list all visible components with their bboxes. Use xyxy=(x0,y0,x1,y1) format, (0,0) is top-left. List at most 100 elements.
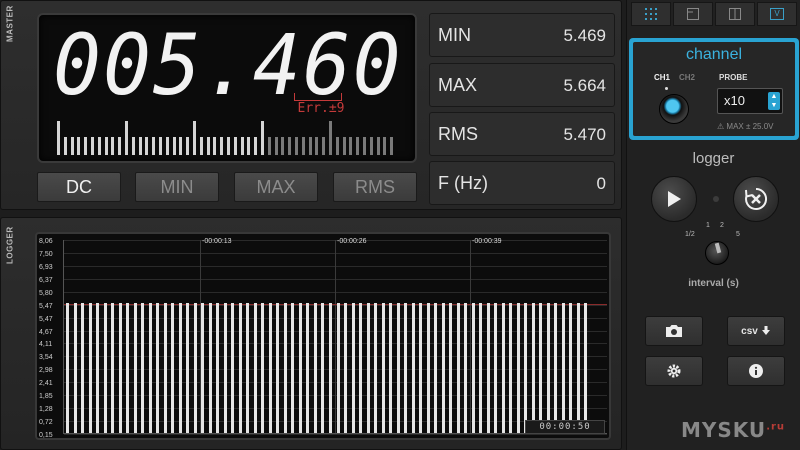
probe-select[interactable]: x10 ▲ ▼ xyxy=(717,88,783,114)
chart-bar xyxy=(381,302,385,433)
bargraph-segment xyxy=(308,137,312,155)
bargraph-segment xyxy=(104,137,108,155)
ch1-label[interactable]: CH1 xyxy=(654,73,670,82)
chart-bar xyxy=(351,302,355,433)
single-view-button[interactable] xyxy=(673,2,713,26)
bargraph-segment xyxy=(138,137,142,155)
bargraph-segment xyxy=(77,137,81,155)
chart-bar xyxy=(148,302,152,433)
chart-bar xyxy=(156,302,160,433)
master-panel: MASTER 005.460 Err.±9 DC MIN MAX RMS MIN… xyxy=(0,0,622,210)
chart-bar xyxy=(201,302,205,433)
bargraph-segment xyxy=(179,137,183,155)
y-tick-label: 1,28 xyxy=(39,406,53,414)
channel-card: channel CH1 CH2 PROBE x10 ▲ ▼ ⚠ MAX ± 25.… xyxy=(629,38,799,140)
chart-bar xyxy=(208,302,212,433)
bargraph-segment xyxy=(233,137,237,155)
v-mode-button[interactable]: V xyxy=(757,2,797,26)
bargraph-segment xyxy=(206,137,210,155)
bargraph-segment xyxy=(363,137,366,155)
interval-knob[interactable] xyxy=(705,241,729,265)
chart-bar xyxy=(509,302,513,433)
bargraph-segment xyxy=(213,137,217,155)
chart-bar xyxy=(253,302,257,433)
chart-bar xyxy=(486,302,490,433)
logger-side-label: LOGGER xyxy=(5,226,15,264)
info-icon xyxy=(749,364,763,378)
error-bracket xyxy=(294,93,342,101)
grid-view-button[interactable] xyxy=(631,2,671,26)
csv-label: csv xyxy=(741,325,758,337)
interval-tick: 2 xyxy=(720,222,724,229)
chart-bar xyxy=(163,302,167,433)
chart-bar xyxy=(73,302,77,433)
y-tick-label: 4,67 xyxy=(39,328,53,336)
chart-bar xyxy=(434,302,438,433)
bargraph-segment xyxy=(356,137,360,155)
bargraph-segment xyxy=(91,137,94,155)
play-button[interactable] xyxy=(651,176,697,222)
chart-bar xyxy=(291,302,295,433)
chart-bar xyxy=(546,302,550,433)
elapsed-timer: 00:00:50 xyxy=(525,420,605,434)
chart-bar xyxy=(118,302,122,433)
y-tick-label: 0,15 xyxy=(39,432,53,439)
time-mark-label: -00:00:39 xyxy=(472,238,502,245)
watermark-text: MYSKU xyxy=(681,418,767,442)
chart-bar xyxy=(584,302,588,433)
mode-button-max[interactable]: MAX xyxy=(234,172,318,202)
chart-bar xyxy=(441,302,445,433)
chart-bar xyxy=(411,302,415,433)
export-csv-button[interactable]: csv xyxy=(727,316,785,346)
chart-bar xyxy=(261,302,265,433)
bargraph-segment xyxy=(301,137,305,155)
grid-line xyxy=(64,434,607,435)
bargraph-segment xyxy=(254,137,258,155)
bargraph-segment xyxy=(70,137,74,155)
bargraph-segment xyxy=(220,137,224,155)
grid-icon xyxy=(645,8,657,20)
info-button[interactable] xyxy=(727,356,785,386)
bargraph-segment xyxy=(295,137,298,155)
channel-selector-knob[interactable] xyxy=(659,94,689,124)
chart-bar xyxy=(554,302,558,433)
bargraph-segment xyxy=(186,137,190,155)
warning-icon: ⚠ xyxy=(717,122,725,131)
chart-bar xyxy=(133,302,137,433)
y-tick-label: 4,11 xyxy=(39,341,53,349)
chart-bar xyxy=(494,302,498,433)
screenshot-button[interactable] xyxy=(645,316,703,346)
stat-min: MIN 5.469 xyxy=(429,13,615,57)
clear-log-button[interactable] xyxy=(733,176,779,222)
watermark-logo: MYSKU.ru xyxy=(681,418,785,442)
chart-bar xyxy=(456,302,460,433)
watermark-suffix: .ru xyxy=(766,421,786,433)
chart-bar xyxy=(283,302,287,433)
bargraph-segment xyxy=(376,137,380,155)
ch2-label[interactable]: CH2 xyxy=(679,73,695,82)
mode-button-min[interactable]: MIN xyxy=(135,172,219,202)
probe-spinner-icon[interactable]: ▲ ▼ xyxy=(768,92,780,110)
mode-button-dc[interactable]: DC xyxy=(37,172,121,202)
chart-bar xyxy=(231,302,235,433)
level-bargraph xyxy=(57,119,397,155)
bargraph-segment xyxy=(274,137,278,155)
plot-area[interactable]: -00:00:13 -00:00:26 -00:00:39 xyxy=(63,238,607,435)
max-voltage-warning: ⚠ MAX ± 25.0V xyxy=(717,122,773,131)
bargraph-segment xyxy=(342,137,346,155)
single-view-icon xyxy=(687,8,699,20)
bargraph-segment xyxy=(152,137,156,155)
mode-button-rms[interactable]: RMS xyxy=(333,172,417,202)
bargraph-segment xyxy=(281,137,285,155)
stat-value: 5.469 xyxy=(563,26,606,45)
bargraph-segment xyxy=(288,137,292,155)
split-view-button[interactable] xyxy=(715,2,755,26)
y-tick-label: 8,06 xyxy=(39,238,53,245)
chart-bar xyxy=(186,302,190,433)
chart-bar xyxy=(449,302,453,433)
camera-icon xyxy=(666,325,682,337)
chart-bar xyxy=(66,302,69,433)
chart-bar xyxy=(298,302,302,433)
interval-tick: 5 xyxy=(736,231,740,238)
settings-button[interactable] xyxy=(645,356,703,386)
